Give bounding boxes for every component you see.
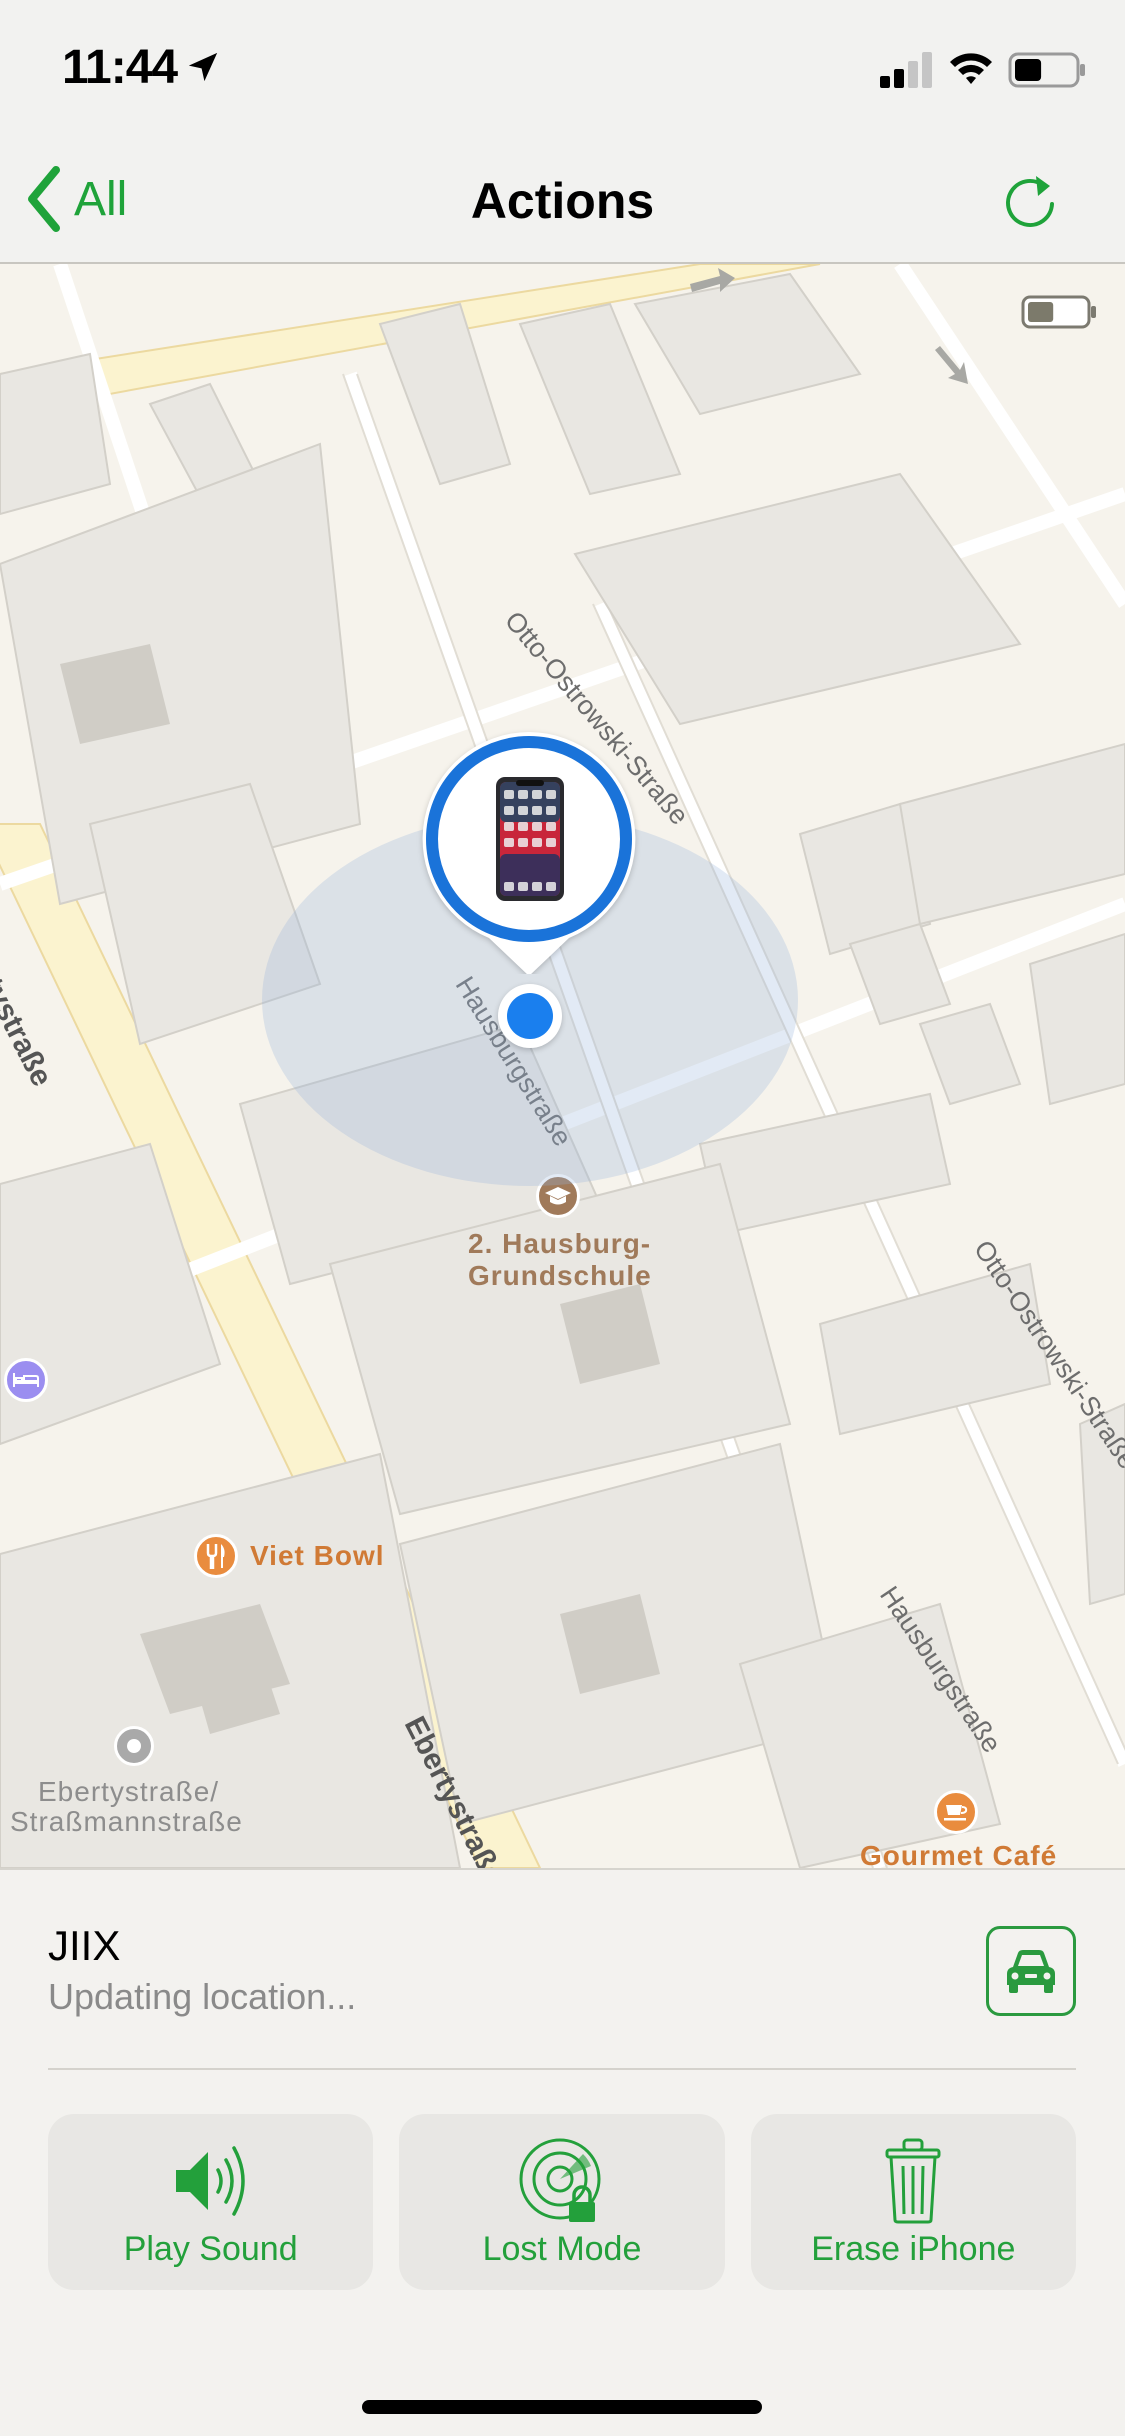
lost-mode-button[interactable]: Lost Mode: [399, 2114, 725, 2290]
actions-row: Play Sound Lost Mode Erase iPhone: [48, 2114, 1076, 2290]
map-view[interactable]: Otto-Ostrowski-Straße Hausburgstraße Ebe…: [0, 264, 1125, 1868]
poi-label-transit-line2: Straßmannstraße: [10, 1806, 243, 1837]
erase-iphone-label: Erase iPhone: [811, 2230, 1016, 2268]
lost-mode-radar-lock-icon: [519, 2138, 601, 2222]
play-sound-button[interactable]: Play Sound: [48, 2114, 374, 2290]
device-name: JIIX: [48, 1922, 121, 1969]
battery-icon: [1008, 52, 1085, 88]
status-time: 11:44: [62, 41, 178, 94]
cellular-signal-icon: [880, 52, 932, 88]
cafe-icon[interactable]: [934, 1790, 978, 1834]
lost-mode-label: Lost Mode: [482, 2230, 642, 2268]
home-indicator[interactable]: [362, 2400, 762, 2414]
erase-iphone-button[interactable]: Erase iPhone: [750, 2114, 1076, 2290]
car-icon: [1007, 1950, 1055, 1993]
poi-label-transit: Ebertystraße/: [38, 1776, 220, 1807]
poi-label-cafe: Gourmet Café: [860, 1840, 1058, 1868]
divider: [48, 2068, 1076, 2070]
iphone-icon: [496, 777, 564, 901]
navigation-bar: All Actions: [0, 132, 1125, 264]
poi-label-restaurant: Viet Bowl: [250, 1540, 385, 1571]
poi-label-school-line2: Grundschule: [468, 1260, 652, 1291]
speaker-icon: [175, 2146, 245, 2216]
status-bar: 11:44: [0, 0, 1125, 132]
directions-button[interactable]: [986, 1926, 1076, 2016]
page-title: Actions: [470, 173, 655, 229]
device-sheet: JIIX Updating location... Play Sound Los…: [0, 1868, 1125, 2436]
wifi-icon: [950, 53, 992, 84]
hotel-icon[interactable]: [4, 1358, 48, 1402]
poi-label-school: 2. Hausburg-: [468, 1228, 652, 1259]
device-status: Updating location...: [48, 1976, 357, 2017]
play-sound-label: Play Sound: [123, 2230, 298, 2268]
device-battery-indicator: [1021, 295, 1096, 329]
location-arrow-icon: [188, 52, 218, 82]
device-location-dot[interactable]: [498, 984, 562, 1048]
refresh-icon[interactable]: [1000, 172, 1060, 232]
trash-icon: [885, 2138, 941, 2224]
restaurant-icon[interactable]: [194, 1534, 238, 1578]
device-location-pin[interactable]: [414, 724, 644, 974]
transit-stop-icon[interactable]: [114, 1726, 154, 1766]
